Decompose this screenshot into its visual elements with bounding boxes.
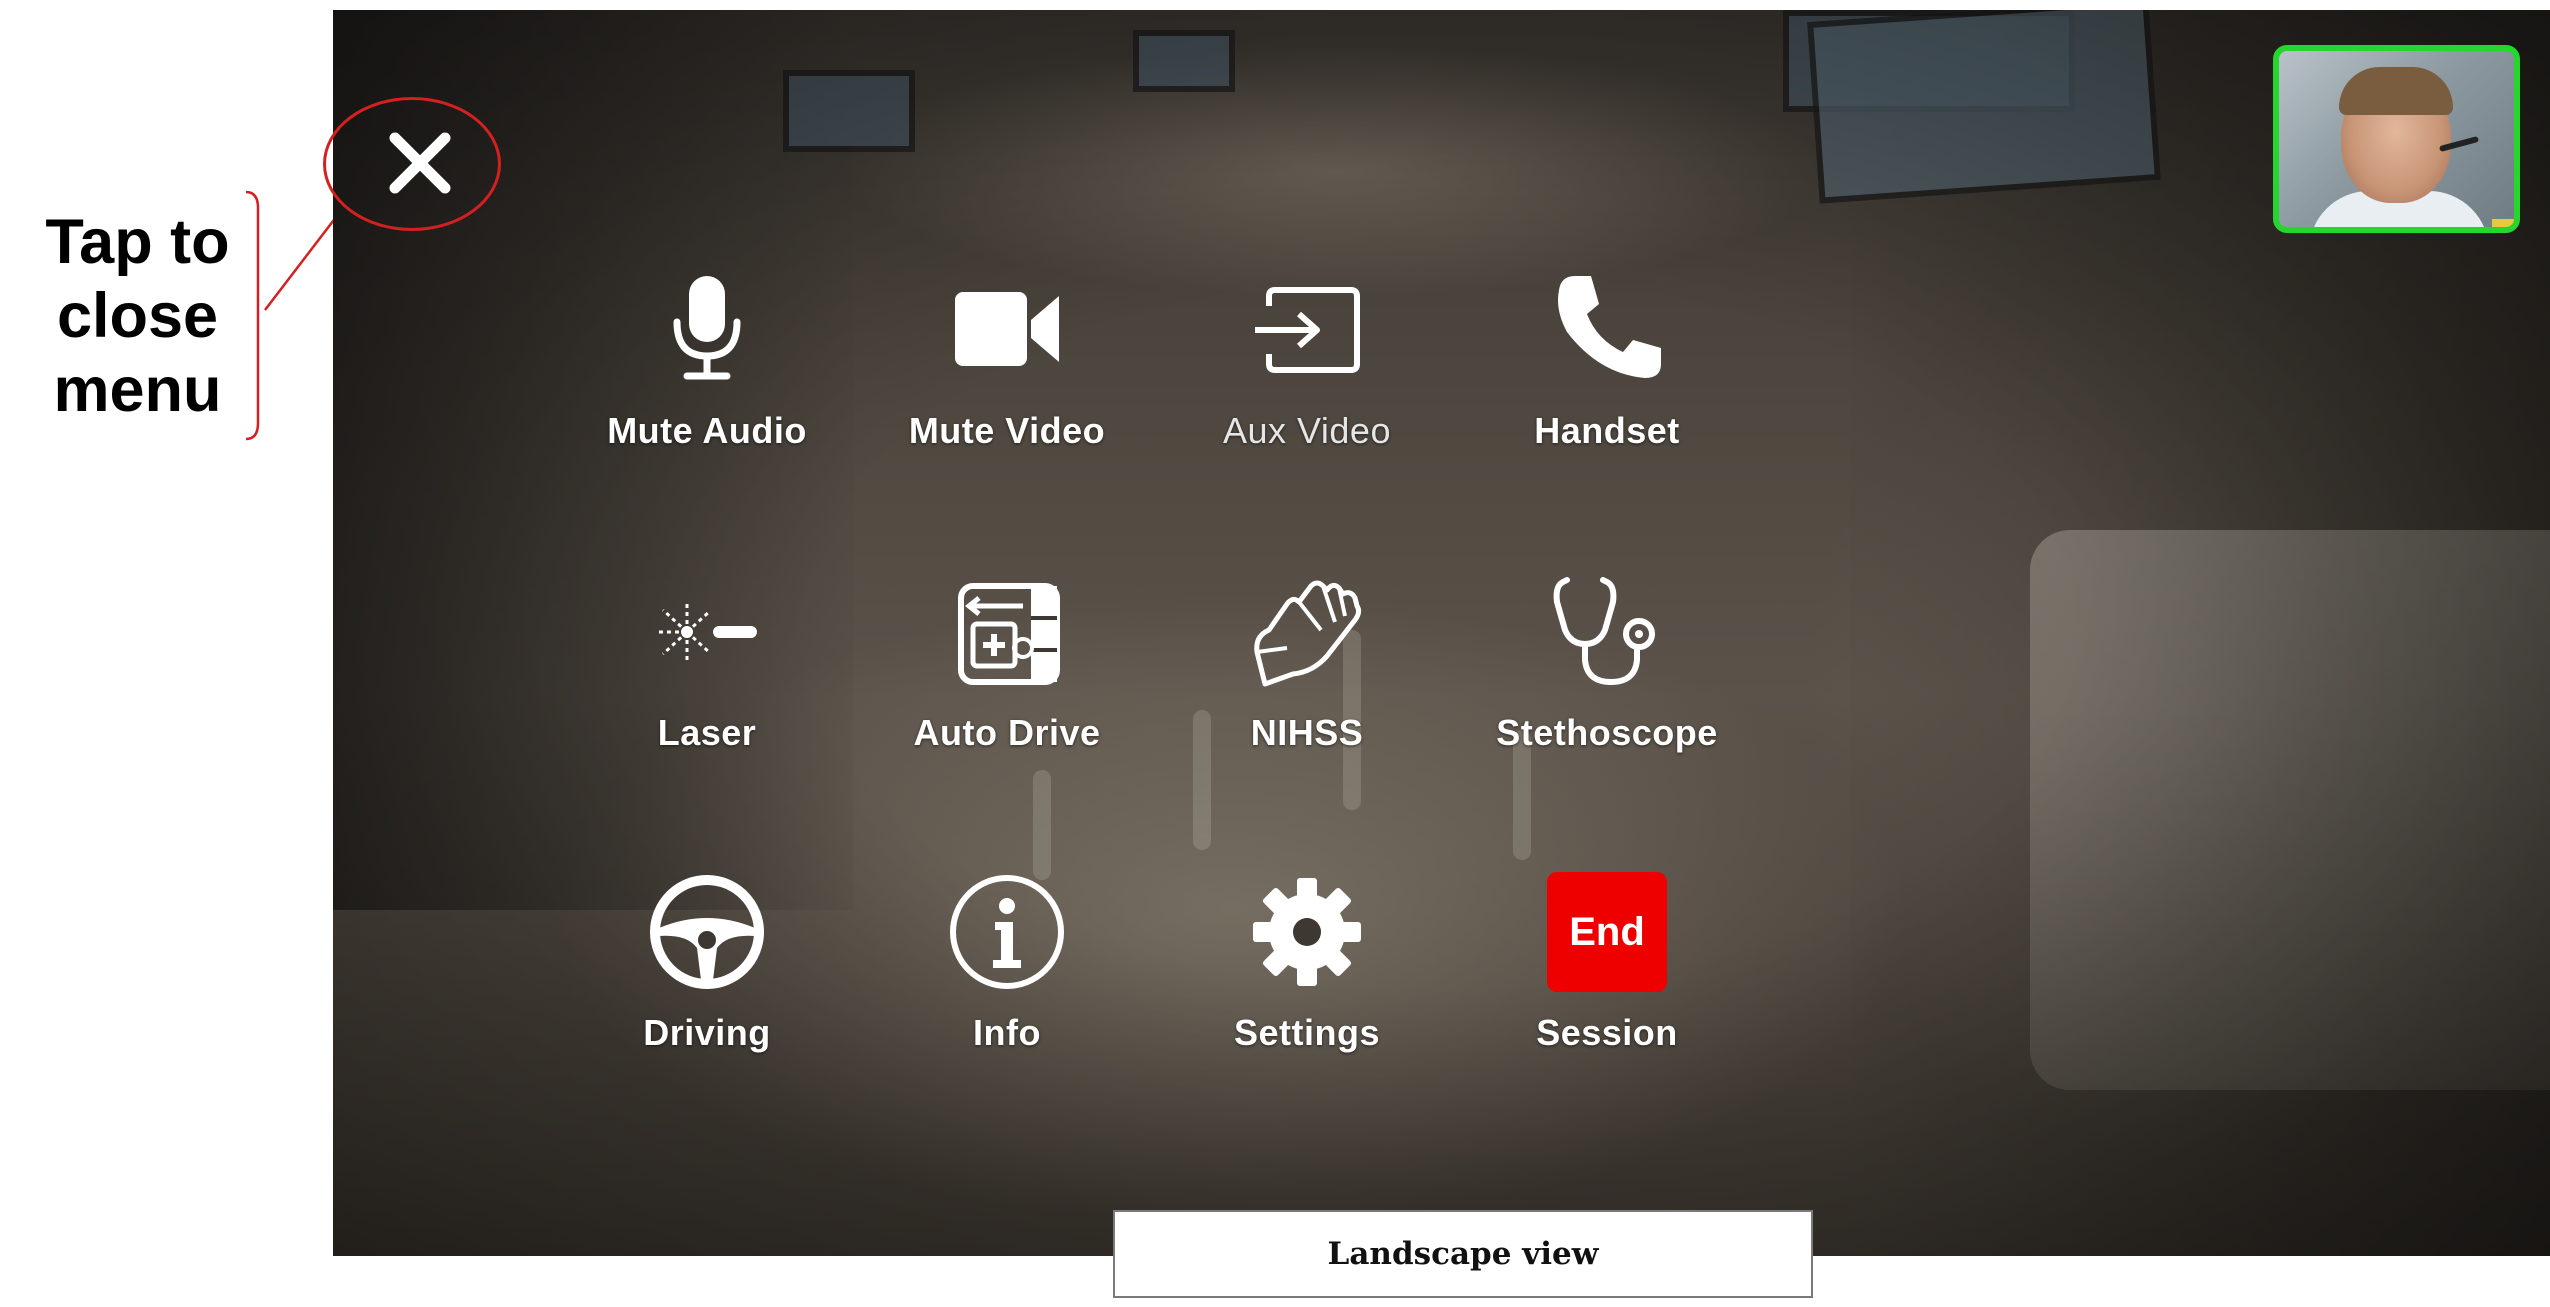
menu-item-nihss[interactable]: NIHSS: [1157, 572, 1457, 792]
menu-item-label: Stethoscope: [1496, 712, 1718, 753]
menu-item-laser[interactable]: Laser: [557, 572, 857, 792]
menu-item-mute-video[interactable]: Mute Video: [857, 270, 1157, 490]
annotation-text: Tap to close menu: [20, 205, 255, 427]
annotation-line: close: [56, 281, 219, 351]
laser-pointer-icon: [647, 572, 767, 692]
menu-item-label: Aux Video: [1223, 410, 1391, 451]
menu-item-aux-video[interactable]: Aux Video: [1157, 270, 1457, 490]
gear-icon: [1247, 872, 1367, 992]
menu-item-settings[interactable]: Settings: [1157, 872, 1457, 1092]
menu-item-label: Handset: [1534, 410, 1680, 451]
microphone-icon: [647, 270, 767, 390]
menu-item-label: Settings: [1233, 1012, 1380, 1053]
info-icon: [947, 872, 1067, 992]
menu-item-label: Driving: [643, 1012, 771, 1053]
glove-icon: [1247, 572, 1367, 692]
stethoscope-icon: [1547, 572, 1667, 692]
menu-item-label: Info: [973, 1012, 1041, 1053]
menu-item-session[interactable]: End Session: [1457, 872, 1757, 1092]
video-scene-monitor: [1133, 30, 1235, 92]
menu-item-label: Mute Audio: [607, 410, 807, 451]
self-view-indicator: [2492, 219, 2514, 227]
annotation-line: menu: [53, 355, 222, 425]
caption: Landscape view: [1113, 1210, 1813, 1298]
annotation-line: Tap to: [45, 207, 230, 277]
menu-item-driving[interactable]: Driving: [557, 872, 857, 1092]
close-icon: [389, 132, 451, 194]
end-session-icon: End: [1547, 872, 1667, 992]
menu-item-label: Laser: [657, 712, 757, 753]
close-menu-button[interactable]: [385, 128, 455, 198]
menu-item-label: Session: [1536, 1012, 1678, 1053]
slide: Tap to close menu Mute Audio Mute Video …: [0, 0, 2550, 1307]
video-scene-bed: [2030, 530, 2550, 1090]
menu-item-info[interactable]: Info: [857, 872, 1157, 1092]
menu-item-label: Mute Video: [908, 410, 1106, 451]
auto-drive-icon: [947, 572, 1067, 692]
self-view-person: [2339, 67, 2453, 115]
self-view-thumbnail[interactable]: [2273, 45, 2520, 233]
menu-item-mute-audio[interactable]: Mute Audio: [557, 270, 857, 490]
menu-item-stethoscope[interactable]: Stethoscope: [1457, 572, 1757, 792]
end-badge: End: [1547, 872, 1667, 992]
aux-input-icon: [1247, 270, 1367, 390]
steering-wheel-icon: [647, 872, 767, 992]
video-camera-icon: [947, 270, 1067, 390]
menu-item-label: Auto Drive: [913, 712, 1101, 753]
menu-item-auto-drive[interactable]: Auto Drive: [857, 572, 1157, 792]
phone-handset-icon: [1547, 270, 1667, 390]
menu-item-label: NIHSS: [1250, 712, 1364, 753]
video-scene-monitor: [783, 70, 915, 152]
menu-item-handset[interactable]: Handset: [1457, 270, 1757, 490]
video-scene-monitor: [1807, 10, 2161, 204]
